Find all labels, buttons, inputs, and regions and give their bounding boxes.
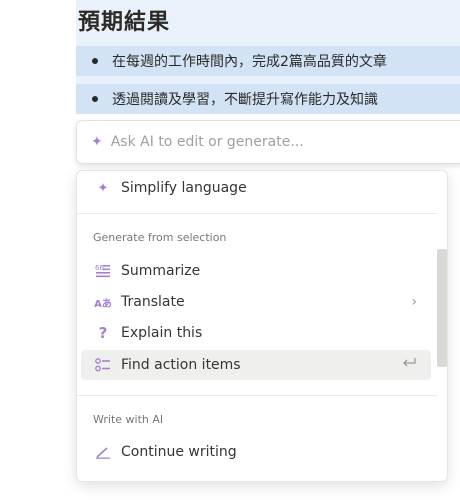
menu-item-label: Find action items <box>121 357 241 373</box>
pen-icon <box>93 445 113 459</box>
menu-item-find-action-items[interactable]: Find action items <box>81 350 431 380</box>
enter-key-icon <box>401 357 417 373</box>
summarize-icon: 66 <box>93 264 113 278</box>
sparkle-icon: ✦ <box>97 180 109 196</box>
chevron-right-icon: › <box>411 294 417 310</box>
bullet-item[interactable]: 透過閱讀及學習，不斷提升寫作能力及知識 <box>76 84 460 114</box>
menu-item-label: Translate <box>121 294 185 310</box>
checklist-icon <box>93 358 113 372</box>
menu-divider <box>77 395 437 396</box>
translate-icon: Aあ <box>94 298 112 310</box>
page-heading: 預期結果 <box>78 10 171 35</box>
menu-item-summarize[interactable]: 66 Summarize <box>81 256 431 286</box>
menu-item-label: Simplify language <box>121 180 247 196</box>
question-mark-icon: ? <box>98 324 108 342</box>
menu-item-continue-writing[interactable]: Continue writing <box>81 437 431 467</box>
bullet-text: 在每週的工作時間內，完成2篇高品質的文章 <box>112 54 387 70</box>
bullet-dot-icon <box>92 96 98 102</box>
ask-ai-input[interactable]: ✦ Ask AI to edit or generate... <box>76 120 460 164</box>
menu-item-label: Continue writing <box>121 444 237 460</box>
menu-scrollbar[interactable] <box>437 249 447 367</box>
ask-ai-placeholder[interactable]: Ask AI to edit or generate... <box>111 134 304 150</box>
menu-item-explain-this[interactable]: ? Explain this <box>81 318 431 348</box>
menu-item-label: Summarize <box>121 263 201 279</box>
bullet-item[interactable]: 在每週的工作時間內，完成2篇高品質的文章 <box>76 46 460 76</box>
menu-divider <box>77 213 437 214</box>
section-label-write: Write with AI <box>93 413 164 426</box>
menu-item-translate[interactable]: Aあ Translate › <box>81 287 431 317</box>
menu-item-simplify-language[interactable]: ✦ Simplify language <box>81 173 431 203</box>
section-label-generate: Generate from selection <box>93 231 227 244</box>
ai-command-menu: ✦ Simplify language Generate from select… <box>76 170 448 482</box>
menu-item-label: Explain this <box>121 325 203 341</box>
sparkle-icon: ✦ <box>91 134 103 150</box>
bullet-text: 透過閱讀及學習，不斷提升寫作能力及知識 <box>112 92 378 108</box>
bullet-dot-icon <box>92 58 98 64</box>
